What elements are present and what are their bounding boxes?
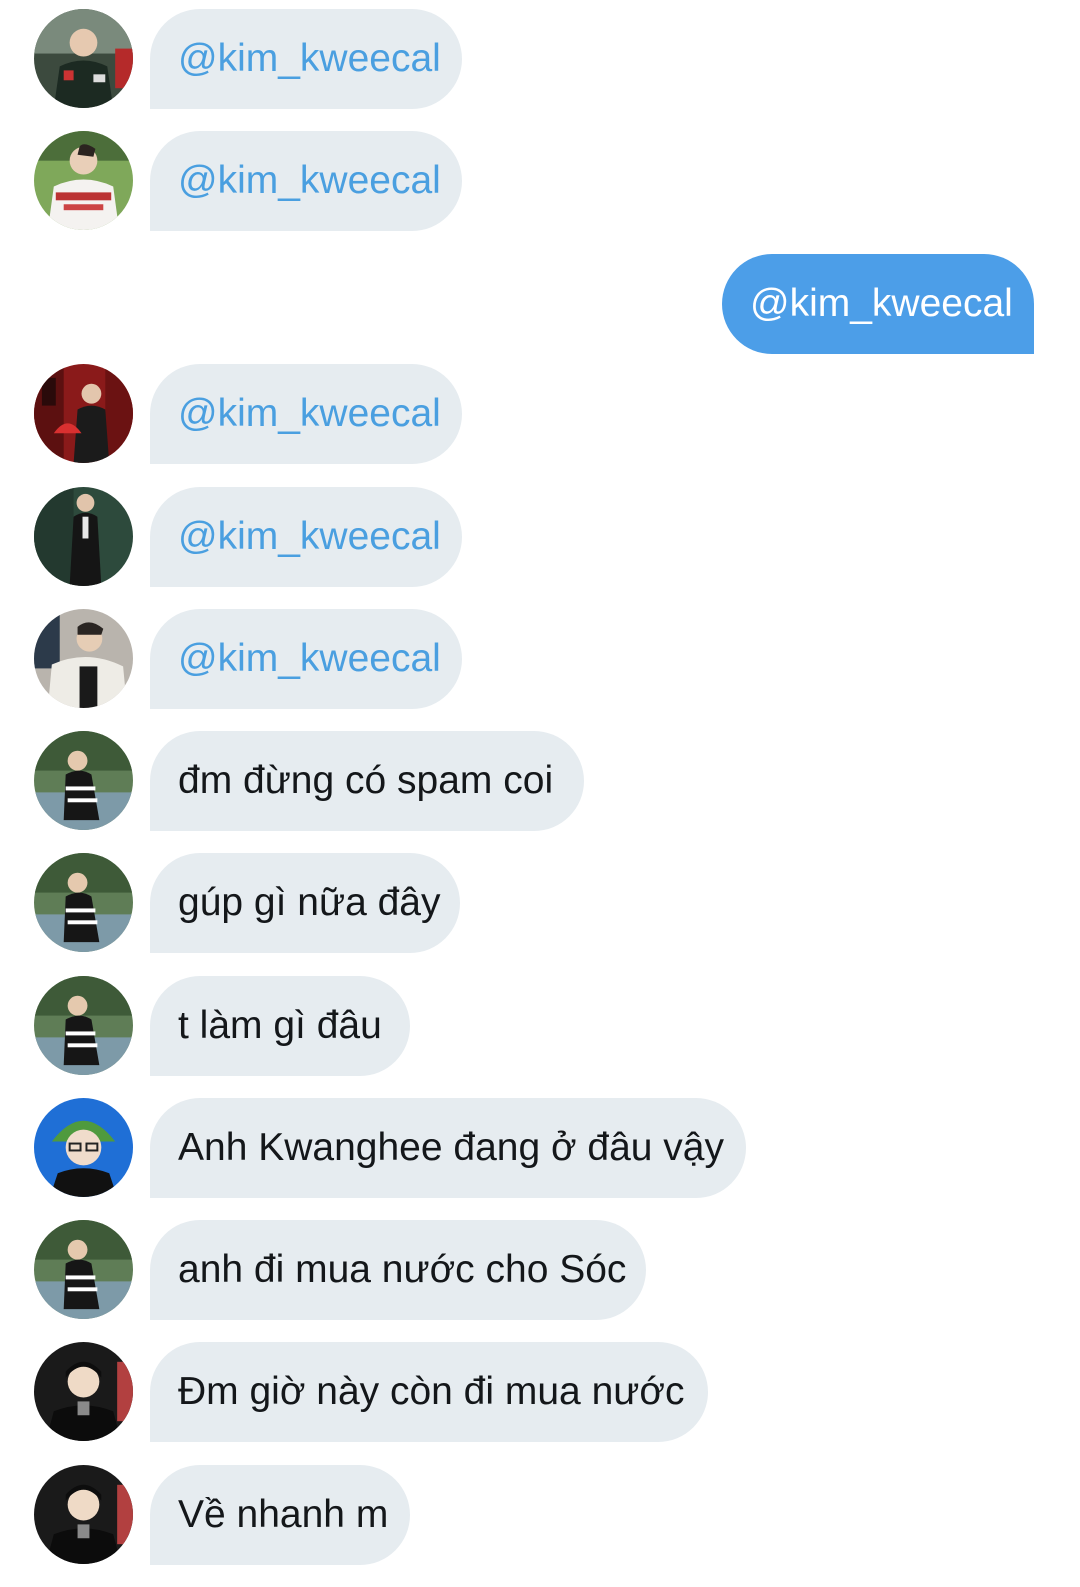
user-avatar-icon[interactable]	[34, 1342, 133, 1441]
message-row: @kim_kweecal	[0, 609, 1080, 709]
message-row: Về nhanh m	[0, 1465, 1080, 1565]
message-bubble[interactable]: @kim_kweecal	[150, 131, 462, 231]
user-avatar-icon[interactable]	[34, 609, 133, 708]
message-bubble[interactable]: @kim_kweecal	[150, 609, 462, 709]
message-bubble[interactable]: anh đi mua nước cho Sóc	[150, 1220, 646, 1320]
user-avatar-icon[interactable]	[34, 9, 133, 108]
message-bubble[interactable]: Đm giờ này còn đi mua nước	[150, 1342, 708, 1442]
message-thread: @kim_kweecal @kim_kweecal @kim_kweecal @…	[0, 0, 1080, 1587]
message-row: anh đi mua nước cho Sóc	[0, 1220, 1080, 1320]
message-row: @kim_kweecal	[0, 9, 1080, 109]
message-bubble[interactable]: Anh Kwanghee đang ở đâu vậy	[150, 1098, 746, 1198]
message-bubble[interactable]: @kim_kweecal	[150, 364, 462, 464]
message-bubble[interactable]: @kim_kweecal	[722, 254, 1034, 354]
user-avatar-icon[interactable]	[34, 731, 133, 830]
message-row: @kim_kweecal	[0, 487, 1080, 587]
message-bubble[interactable]: t làm gì đâu	[150, 976, 410, 1076]
message-row: @kim_kweecal	[0, 131, 1080, 231]
message-row: đm đừng có spam coi	[0, 731, 1080, 831]
message-bubble[interactable]: @kim_kweecal	[150, 9, 462, 109]
message-row: Đm giờ này còn đi mua nước	[0, 1342, 1080, 1442]
message-row: t làm gì đâu	[0, 976, 1080, 1076]
user-avatar-icon[interactable]	[34, 131, 133, 230]
user-avatar-icon[interactable]	[34, 1220, 133, 1319]
user-avatar-icon[interactable]	[34, 1098, 133, 1197]
user-avatar-icon[interactable]	[34, 1465, 133, 1564]
user-avatar-icon[interactable]	[34, 976, 133, 1075]
message-row: @kim_kweecal	[0, 364, 1080, 464]
message-bubble[interactable]: Về nhanh m	[150, 1465, 410, 1565]
message-row: gúp gì nữa đây	[0, 853, 1080, 953]
message-bubble[interactable]: gúp gì nữa đây	[150, 853, 460, 953]
user-avatar-icon[interactable]	[34, 487, 133, 586]
user-avatar-icon[interactable]	[34, 853, 133, 952]
user-avatar-icon[interactable]	[34, 364, 133, 463]
message-row: @kim_kweecal	[0, 254, 1080, 354]
message-row: Anh Kwanghee đang ở đâu vậy	[0, 1098, 1080, 1198]
message-bubble[interactable]: đm đừng có spam coi	[150, 731, 584, 831]
message-bubble[interactable]: @kim_kweecal	[150, 487, 462, 587]
